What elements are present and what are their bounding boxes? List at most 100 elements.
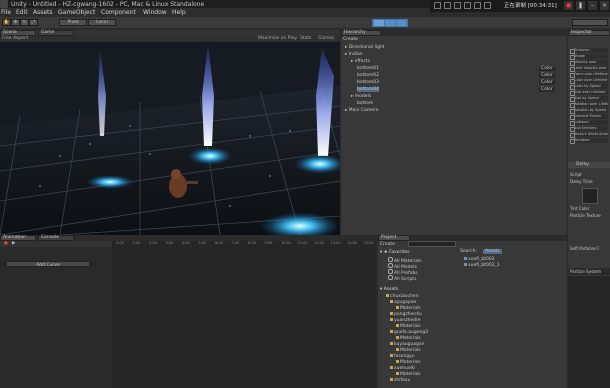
pause-button[interactable] <box>385 20 395 26</box>
preview-header: Particle System <box>568 268 610 275</box>
minimize-icon[interactable]: – <box>588 1 597 10</box>
add-curve-button[interactable]: Add Curve <box>6 261 90 268</box>
folder-item[interactable]: zhifaxu <box>390 378 410 383</box>
hierarchy-toggle-3[interactable]: Color <box>539 80 555 85</box>
rotate-tool-icon[interactable]: ↻ <box>20 19 29 26</box>
folder-item[interactable]: Materials <box>396 360 421 365</box>
inspector-module-row[interactable]: Velocity over <box>574 60 608 65</box>
folder-icon <box>396 348 399 351</box>
recorder-icon-1[interactable] <box>434 2 441 9</box>
pause-icon[interactable]: ❚ <box>576 1 585 10</box>
hierarchy-item[interactable]: ▸ Indian <box>345 52 363 57</box>
project-create[interactable]: Create <box>380 242 395 247</box>
inspector-module-row[interactable]: Shape <box>574 54 608 59</box>
folder-item[interactable]: Materials <box>396 324 421 329</box>
close-icon[interactable]: × <box>600 1 609 10</box>
folder-label: kuyauguagon <box>394 342 425 347</box>
folder-item[interactable]: chuxiaochen <box>386 294 419 299</box>
search-scope-assets[interactable]: Assets <box>483 249 502 254</box>
inspector-module-row[interactable]: Rotation over Lifetime <box>574 102 608 107</box>
hierarchy-item[interactable]: ▸ Directional light <box>345 45 384 50</box>
inspector-module-row[interactable]: Collision <box>574 120 608 125</box>
inspector-module-row[interactable]: Renderer <box>574 138 608 143</box>
label-script: Script <box>570 172 582 177</box>
move-tool-icon[interactable]: ✥ <box>11 19 20 26</box>
menu-help[interactable]: Help <box>172 8 186 17</box>
hierarchy-item[interactable]: ▸ Main Camera <box>345 108 379 113</box>
hierarchy-toggle-2[interactable]: Color <box>539 73 555 78</box>
texture-thumbnail[interactable] <box>582 188 598 204</box>
stats-button[interactable]: Stats <box>300 36 312 41</box>
module-label: Collision <box>574 120 589 124</box>
material-icon <box>464 263 467 266</box>
folder-item[interactable]: xuehuel6 <box>390 366 415 371</box>
folder-item[interactable]: yuanzhedre <box>390 318 420 323</box>
hierarchy-item[interactable]: bottom04 <box>357 87 380 92</box>
assets-header: ▾ Assets <box>380 287 399 292</box>
recorder-icon-4[interactable] <box>464 2 471 9</box>
hierarchy-item[interactable]: bottom03 <box>357 80 379 85</box>
menu-edit[interactable]: Edit <box>16 8 28 17</box>
anim-play-icon[interactable]: ▶ <box>12 241 15 246</box>
recorder-icon-2[interactable] <box>444 2 451 9</box>
menu-file[interactable]: File <box>1 8 11 17</box>
inspector-module-row[interactable]: Force over Lifetime <box>574 72 608 77</box>
hierarchy-item[interactable]: ▸ models <box>351 94 371 99</box>
hierarchy-item[interactable]: bottom <box>357 101 373 106</box>
module-checkbox[interactable] <box>570 139 575 144</box>
recorder-icon-3[interactable] <box>454 2 461 9</box>
folder-item[interactable]: guefa.augong3 <box>390 330 428 335</box>
inspector-module-row[interactable]: Color over Lifetime <box>574 78 608 83</box>
hierarchy-toggle-4[interactable]: Color <box>539 87 555 92</box>
play-button[interactable] <box>374 20 384 26</box>
scene-viewport[interactable] <box>0 36 340 235</box>
hand-tool-icon[interactable]: ✋ <box>2 19 11 26</box>
maximize-on-play[interactable]: Maximize on Play <box>258 36 297 41</box>
menu-component[interactable]: Component <box>101 8 136 17</box>
ruler-tick-label: 11:00 <box>297 241 308 245</box>
inspector-module-row[interactable]: Sub Emitters <box>574 126 608 131</box>
inspector-module-row[interactable]: Size by Speed <box>574 96 608 101</box>
layers-dropdown[interactable] <box>572 19 608 26</box>
asset-result[interactable]: xuefi_bt002 <box>464 257 495 262</box>
inspector-module-row[interactable]: External Forces <box>574 114 608 119</box>
inspector-module-row[interactable]: Rotation by Speed <box>574 108 608 113</box>
folder-item[interactable]: pongzhen4u <box>390 312 422 317</box>
asset-result[interactable]: xuefi_bt002_1 <box>464 263 500 268</box>
project-search-input[interactable] <box>408 241 456 247</box>
inspector-module-row[interactable]: Color by Speed <box>574 84 608 89</box>
recorder-icon-5[interactable] <box>474 2 481 9</box>
folder-item[interactable]: fasongyu <box>390 354 415 359</box>
scale-tool-icon[interactable]: ⤢ <box>29 19 38 26</box>
hierarchy-toggle-1[interactable]: Color <box>539 66 555 71</box>
favorite-item[interactable]: All Scripts <box>388 275 416 282</box>
folder-item[interactable]: Materials <box>396 348 421 353</box>
inspector-module-row[interactable]: Size over Lifetime <box>574 90 608 95</box>
gizmos-button[interactable]: Gizmos <box>318 36 335 41</box>
recorder-icon-6[interactable] <box>484 2 491 9</box>
record-button-icon[interactable]: ● <box>4 241 8 246</box>
dopesheet[interactable]: 0:00 1:00 2:00 3:00 4:00 5:00 6:00 7:00 8:00 9:00… <box>112 241 376 388</box>
folder-icon <box>396 372 399 375</box>
hierarchy-item[interactable]: bottom02 <box>357 73 379 78</box>
hierarchy-item[interactable]: bottom01 <box>357 66 379 71</box>
hierarchy-item[interactable]: ▸ effects <box>351 59 370 64</box>
hierarchy-create[interactable]: Create <box>343 37 358 42</box>
pivot-toggle[interactable]: Pivot <box>59 19 87 26</box>
menu-assets[interactable]: Assets <box>33 8 53 17</box>
step-button[interactable] <box>396 20 406 26</box>
folder-item[interactable]: Materials <box>396 336 421 341</box>
inspector-module-row[interactable]: Texture Sheet Anim <box>574 132 608 137</box>
inspector-module-row[interactable]: Limit Velocity over <box>574 66 608 71</box>
local-toggle[interactable]: Local <box>88 19 116 26</box>
menu-gameobject[interactable]: GameObject <box>58 8 95 17</box>
folder-item[interactable]: ayugapoe <box>390 300 416 305</box>
record-icon[interactable]: ● <box>564 1 573 10</box>
folder-item[interactable]: Materials <box>396 306 421 311</box>
component-header: Delay <box>568 162 610 168</box>
aspect-dropdown[interactable]: Free Aspect <box>2 36 28 41</box>
folder-item[interactable]: kuyauguagon <box>390 342 425 347</box>
menu-window[interactable]: Window <box>143 8 167 17</box>
inspector-module-row[interactable]: Emission <box>574 48 608 53</box>
folder-item[interactable]: Materials <box>396 372 421 377</box>
